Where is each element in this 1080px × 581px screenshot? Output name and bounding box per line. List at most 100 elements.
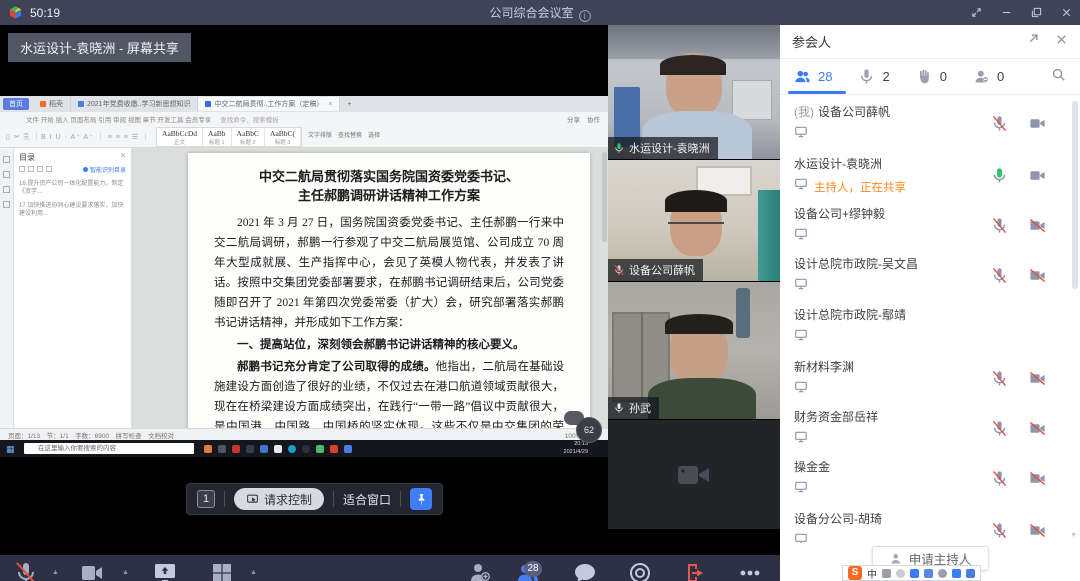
tab-mic-on[interactable]: 2 xyxy=(858,68,889,85)
ime-toolbar[interactable]: S 中 xyxy=(842,565,981,581)
toc-smart-link[interactable]: 智能识别目录 xyxy=(19,165,126,174)
video-tile[interactable]: 设备公司薛帆 xyxy=(608,160,780,282)
video-tile[interactable]: 水运设计-袁晓洲 xyxy=(608,25,780,160)
mic-muted-icon[interactable] xyxy=(991,115,1008,137)
fullscreen-icon[interactable] xyxy=(968,5,984,21)
camera-on-icon[interactable] xyxy=(1029,115,1046,137)
ime-emoji-icon[interactable] xyxy=(896,569,905,578)
ime-punctuation-icon[interactable] xyxy=(882,569,891,578)
ime-language-mode[interactable]: 中 xyxy=(867,566,877,581)
close-icon[interactable] xyxy=(1058,5,1074,21)
ime-skin-icon[interactable] xyxy=(952,569,961,578)
style-item: AaBbC标题 2 xyxy=(232,128,266,146)
participant-row[interactable]: 设计总院市政院-鄢靖 xyxy=(794,306,1050,352)
find-replace-tool[interactable]: 查找替换 xyxy=(338,133,362,140)
search-icon[interactable] xyxy=(1051,67,1066,87)
mic-muted-icon[interactable] xyxy=(991,370,1008,392)
meeting-timer: 50:19 xyxy=(30,6,60,20)
toc-item[interactable]: 17.加快推进协同心建设要求落实，加快建设利用… xyxy=(19,202,126,218)
fit-window-button[interactable]: 适合窗口 xyxy=(343,491,391,508)
meeting-info-icon[interactable]: i xyxy=(579,10,591,22)
participant-row[interactable]: 财务资金部岳祥 xyxy=(794,408,1050,454)
participant-row[interactable]: 新材料李渊 xyxy=(794,358,1050,404)
sogou-logo-icon[interactable]: S xyxy=(848,566,862,580)
participant-row[interactable]: (我)设备公司薛帆 xyxy=(794,103,1050,149)
request-control-button[interactable]: 请求控制 xyxy=(234,488,324,510)
participant-row[interactable]: 设备分公司-胡琦 xyxy=(794,510,1050,543)
share-button[interactable]: 分享 xyxy=(567,114,580,124)
participant-row[interactable]: 设计总院市政院-吴文昌 xyxy=(794,255,1050,301)
camera-off-icon[interactable] xyxy=(1029,267,1046,289)
shared-home-tab[interactable]: 首页 xyxy=(3,98,29,110)
start-button-icon[interactable]: ▦ xyxy=(6,443,18,455)
ribbon-menus[interactable]: 文件 开始 插入 页面布局 引用 审阅 视图 章节 开发工具 会员专享 xyxy=(26,114,211,124)
collab-button[interactable]: 协作 xyxy=(587,114,600,124)
popout-icon[interactable] xyxy=(1026,33,1039,51)
raise-hand-button[interactable]: 举手 xyxy=(0,561,58,581)
ime-voice-icon[interactable] xyxy=(910,569,919,578)
more-button[interactable]: 更多 xyxy=(718,561,782,581)
ribbon-search[interactable]: 查找命令、搜索模板 xyxy=(220,114,279,124)
camera-off-icon[interactable] xyxy=(1029,217,1046,239)
restore-icon[interactable] xyxy=(1028,5,1044,21)
participant-row[interactable]: 水运设计-袁晓洲 主持人，正在共享 xyxy=(794,155,1050,201)
shared-tab-doc2[interactable]: 中交二航局贯彻..工作方案（定稿） × xyxy=(198,97,340,111)
mic-options-arrow[interactable]: ▲ xyxy=(52,569,59,576)
desktop-device-icon xyxy=(794,430,808,449)
scroll-down-icon[interactable]: ▼ xyxy=(1070,532,1077,539)
text-layout-tool[interactable]: 文字排版 xyxy=(308,133,332,140)
video-options-arrow[interactable]: ▲ xyxy=(122,569,129,576)
video-tile-camera-off[interactable] xyxy=(608,420,780,530)
shared-tab-docer[interactable]: 稻壳 xyxy=(33,97,71,111)
taskbar-clock: 20:13 2021/4/29 xyxy=(564,441,588,455)
camera-off-icon[interactable] xyxy=(1029,420,1046,442)
participants-button[interactable]: 28 参会人 xyxy=(496,561,560,581)
participant-row[interactable]: 设备公司+缪钟毅 xyxy=(794,205,1050,251)
panel-close-icon[interactable] xyxy=(1055,33,1068,51)
tab-all-participants[interactable]: 28 xyxy=(794,68,832,85)
new-tab-button[interactable]: + xyxy=(340,97,358,111)
tab-muted-members[interactable]: 0 xyxy=(973,68,1004,85)
mic-muted-icon[interactable] xyxy=(991,420,1008,442)
record-icon xyxy=(628,561,652,581)
list-scrollbar[interactable] xyxy=(1072,101,1078,289)
ime-account-icon[interactable] xyxy=(938,569,947,578)
camera-off-icon[interactable] xyxy=(1029,470,1046,492)
camera-off-icon[interactable] xyxy=(1029,370,1046,392)
doc-statusbar: 页面：1/13 节：1/1 字数：6900 拼写检查 文档校对 100% − ＋ xyxy=(0,428,608,440)
minimize-icon[interactable] xyxy=(998,5,1014,21)
meeting-title: 公司综合会议室 xyxy=(489,6,573,20)
layout-button[interactable]: 布局 xyxy=(190,561,254,581)
format-controls[interactable]: ▯ ✂ ⎘ ｜B I U · A⁺ A⁻ ｜ ≡ ≡ ≡ ☰ ｜ xyxy=(6,132,150,142)
document-scrollbar[interactable] xyxy=(602,152,607,242)
page-number-button[interactable]: 1 xyxy=(197,490,215,508)
select-tool[interactable]: 选择 xyxy=(368,133,380,140)
people-icon xyxy=(794,68,811,85)
style-gallery[interactable]: AaBbCcDd正文 AaBb标题 1 AaBbC标题 2 AaBbC(标题 3 xyxy=(156,127,302,147)
taskbar-app-icons[interactable] xyxy=(204,445,352,453)
mic-muted-icon[interactable] xyxy=(991,267,1008,289)
mic-muted-icon[interactable] xyxy=(991,470,1008,492)
taskbar-search[interactable]: 在这里输入你要搜索的内容 xyxy=(24,443,194,454)
mic-muted-icon[interactable] xyxy=(991,217,1008,239)
mic-muted-icon[interactable] xyxy=(991,522,1008,543)
ime-toolbox-icon[interactable] xyxy=(966,569,975,578)
panel-title: 参会人 xyxy=(792,32,831,51)
camera-on-icon[interactable] xyxy=(1029,167,1046,189)
participant-row[interactable]: 操金金 xyxy=(794,458,1050,504)
mic-active-icon[interactable] xyxy=(991,167,1008,189)
share-screen-button[interactable]: 共享 xyxy=(133,561,197,581)
tab-raised-hands[interactable]: 0 xyxy=(916,68,947,85)
shared-tab-doc1[interactable]: 2021年党费收缴..学习新思想知识 xyxy=(71,97,198,111)
ime-keyboard-icon[interactable] xyxy=(924,569,933,578)
chat-icon xyxy=(573,561,597,581)
stop-video-button[interactable]: 停止视频 xyxy=(60,561,124,581)
tab-close-icon[interactable]: × xyxy=(328,101,332,108)
video-tile[interactable]: 孙武 xyxy=(608,282,780,420)
toc-close-icon[interactable]: ✕ xyxy=(120,152,126,163)
pin-button[interactable] xyxy=(410,488,432,510)
layout-options-arrow[interactable]: ▲ xyxy=(250,569,257,576)
toc-item[interactable]: 16.提升资产公司一体化配置能力，制定《资学… xyxy=(19,180,126,196)
hand-icon xyxy=(916,68,933,85)
camera-off-icon[interactable] xyxy=(1029,522,1046,543)
